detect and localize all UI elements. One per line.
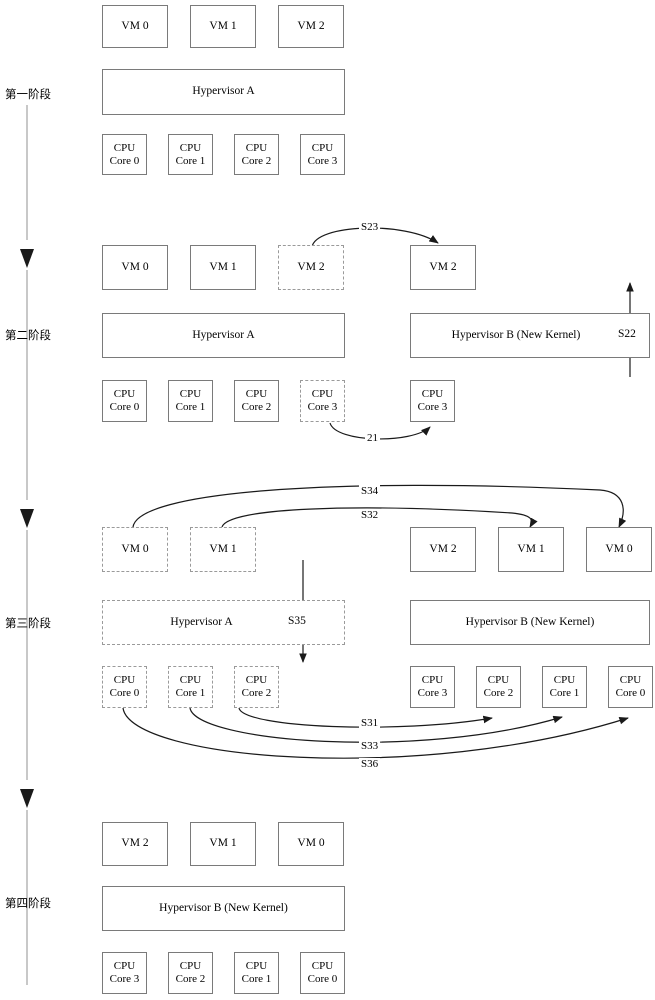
stage-label-2: 第二阶段 — [5, 328, 51, 342]
stage2-hypervisor-a[interactable]: Hypervisor A — [102, 313, 345, 358]
cpu-line-1: CPU — [245, 960, 268, 973]
cpu-line-2: Core 2 — [241, 687, 272, 699]
stage1-cpu-core-1[interactable]: CPU Core 1 — [168, 134, 213, 175]
stage1-vm-2[interactable]: VM 2 — [278, 5, 344, 48]
cpu-line-1: CPU — [311, 141, 334, 154]
cpu-line-2: Core 1 — [175, 401, 206, 413]
stage4-vm-0[interactable]: VM 0 — [278, 822, 344, 866]
stage2-vm-2-target[interactable]: VM 2 — [410, 245, 476, 290]
stage2-hypervisor-b-label: Hypervisor B (New Kernel) — [451, 328, 581, 341]
stage-label-1: 第一阶段 — [5, 87, 51, 101]
cpu-line-2: Core 3 — [307, 401, 338, 413]
edge-label-S34: S34 — [359, 485, 381, 497]
edge-label-S32: S32 — [359, 509, 381, 521]
cpu-line-1: CPU — [619, 674, 642, 687]
cpu-line-1: CPU — [421, 674, 444, 687]
edge-label-S36: S36 — [359, 758, 381, 770]
cpu-line-2: Core 3 — [417, 687, 448, 699]
stage2-cpu-core-3-source[interactable]: CPU Core 3 — [300, 380, 345, 422]
cpu-line-1: CPU — [311, 960, 334, 973]
cpu-line-1: CPU — [113, 388, 136, 401]
stage3-hypervisor-a[interactable]: Hypervisor A — [102, 600, 345, 645]
cpu-line-2: Core 3 — [307, 154, 338, 167]
stage4-vm-1[interactable]: VM 1 — [190, 822, 256, 866]
cpu-line-2: Core 2 — [241, 154, 272, 167]
cpu-line-1: CPU — [245, 141, 268, 154]
stage-label-4: 第四阶段 — [5, 896, 51, 910]
stage3-cpu-core-1-source[interactable]: CPU Core 1 — [168, 666, 213, 708]
stage2-cpu-core-1[interactable]: CPU Core 1 — [168, 380, 213, 422]
cpu-line-2: Core 1 — [175, 154, 206, 167]
cpu-line-1: CPU — [179, 141, 202, 154]
cpu-line-2: Core 1 — [549, 687, 580, 699]
edge-S21 — [329, 422, 431, 440]
stage1-hypervisor-a[interactable]: Hypervisor A — [102, 69, 345, 115]
cpu-line-1: CPU — [487, 674, 510, 687]
stage3-cpu-core-0-target[interactable]: CPU Core 0 — [608, 666, 653, 708]
stage4-cpu-core-1[interactable]: CPU Core 1 — [234, 952, 279, 994]
stage3-vm-0-target[interactable]: VM 0 — [586, 527, 652, 572]
stage3-vm-1-source[interactable]: VM 1 — [190, 527, 256, 572]
stage2-cpu-core-2[interactable]: CPU Core 2 — [234, 380, 279, 422]
stage3-vm-1-target[interactable]: VM 1 — [498, 527, 564, 572]
cpu-line-1: CPU — [179, 674, 202, 687]
stage1-vm-1[interactable]: VM 1 — [190, 5, 256, 48]
stage2-vm-0[interactable]: VM 0 — [102, 245, 168, 290]
stage-label-3: 第三阶段 — [5, 616, 51, 630]
stage3-vm-0-source[interactable]: VM 0 — [102, 527, 168, 572]
stage2-vm-1[interactable]: VM 1 — [190, 245, 256, 290]
stage4-hypervisor-b[interactable]: Hypervisor B (New Kernel) — [102, 886, 345, 931]
stage3-cpu-core-2-target[interactable]: CPU Core 2 — [476, 666, 521, 708]
cpu-line-1: CPU — [113, 141, 136, 154]
stage3-hypervisor-a-label: Hypervisor A — [170, 615, 233, 628]
cpu-line-1: CPU — [179, 960, 202, 973]
cpu-line-2: Core 3 — [417, 401, 448, 413]
cpu-line-2: Core 0 — [109, 687, 140, 699]
stage3-cpu-core-3-target[interactable]: CPU Core 3 — [410, 666, 455, 708]
stage1-vm-0[interactable]: VM 0 — [102, 5, 168, 48]
cpu-line-2: Core 1 — [241, 973, 272, 985]
stage3-cpu-core-0-source[interactable]: CPU Core 0 — [102, 666, 147, 708]
edge-label-S21: 21 — [365, 432, 380, 444]
cpu-line-1: CPU — [245, 388, 268, 401]
cpu-line-1: CPU — [553, 674, 576, 687]
edge-label-S31: S31 — [359, 717, 381, 729]
cpu-line-2: Core 0 — [615, 687, 646, 699]
stage1-cpu-core-0[interactable]: CPU Core 0 — [102, 134, 147, 175]
cpu-line-2: Core 0 — [109, 154, 140, 167]
stage3-cpu-core-2-source[interactable]: CPU Core 2 — [234, 666, 279, 708]
stage3-hypervisor-b[interactable]: Hypervisor B (New Kernel) — [410, 600, 650, 645]
cpu-line-2: Core 0 — [109, 401, 140, 413]
cpu-line-1: CPU — [421, 388, 444, 401]
cpu-line-2: Core 2 — [241, 401, 272, 413]
cpu-line-1: CPU — [245, 674, 268, 687]
migration-stages-diagram: 第一阶段 第二阶段 第三阶段 第四阶段 VM 0 VM 1 VM 2 Hyper… — [0, 0, 655, 1000]
stage3-vm-2-target[interactable]: VM 2 — [410, 527, 476, 572]
edge-label-S33: S33 — [359, 740, 381, 752]
stage1-cpu-core-3[interactable]: CPU Core 3 — [300, 134, 345, 175]
cpu-line-2: Core 2 — [175, 973, 206, 985]
stage4-cpu-core-3[interactable]: CPU Core 3 — [102, 952, 147, 994]
stage2-hypervisor-b[interactable]: Hypervisor B (New Kernel) — [410, 313, 650, 358]
cpu-line-2: Core 1 — [175, 687, 206, 699]
cpu-line-1: CPU — [179, 388, 202, 401]
cpu-line-1: CPU — [113, 674, 136, 687]
stage2-vm-2-source[interactable]: VM 2 — [278, 245, 344, 290]
stage4-vm-2[interactable]: VM 2 — [102, 822, 168, 866]
cpu-line-2: Core 0 — [307, 973, 338, 985]
edge-label-S35: S35 — [288, 615, 306, 627]
stage2-cpu-core-3-target[interactable]: CPU Core 3 — [410, 380, 455, 422]
stage4-cpu-core-2[interactable]: CPU Core 2 — [168, 952, 213, 994]
stage1-cpu-core-2[interactable]: CPU Core 2 — [234, 134, 279, 175]
stage4-cpu-core-0[interactable]: CPU Core 0 — [300, 952, 345, 994]
cpu-line-1: CPU — [113, 960, 136, 973]
cpu-line-2: Core 3 — [109, 973, 140, 985]
edge-label-S22: S22 — [618, 328, 636, 340]
cpu-line-1: CPU — [311, 388, 334, 401]
cpu-line-2: Core 2 — [483, 687, 514, 699]
stage3-cpu-core-1-target[interactable]: CPU Core 1 — [542, 666, 587, 708]
stage2-cpu-core-0[interactable]: CPU Core 0 — [102, 380, 147, 422]
edge-label-S23: S23 — [359, 221, 381, 233]
